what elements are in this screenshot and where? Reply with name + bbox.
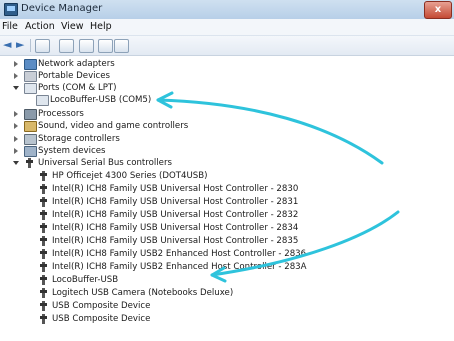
tree-item-network-adapters[interactable]: Network adapters bbox=[0, 58, 300, 70]
tree-item-label: Intel(R) ICH8 Family USB Universal Host … bbox=[52, 197, 299, 207]
show-hide-tree-icon[interactable] bbox=[35, 39, 50, 53]
usb-icon bbox=[40, 184, 47, 194]
menu-bar: File Action View Help bbox=[0, 19, 454, 36]
tree-item-label: Network adapters bbox=[38, 59, 115, 69]
tree-item-usb-device[interactable]: HP Officejet 4300 Series (DOT4USB) bbox=[0, 170, 330, 182]
tree-item-sound-video-game[interactable]: Sound, video and game controllers bbox=[0, 120, 300, 132]
tree-item-ports[interactable]: Ports (COM & LPT) bbox=[0, 82, 300, 94]
tree-item-label: Intel(R) ICH8 Family USB Universal Host … bbox=[52, 223, 299, 233]
help-icon[interactable] bbox=[79, 39, 94, 53]
usb-icon bbox=[40, 171, 47, 181]
tree-item-usb-device[interactable]: Intel(R) ICH8 Family USB Universal Host … bbox=[0, 209, 330, 221]
tree-item-label: HP Officejet 4300 Series (DOT4USB) bbox=[52, 171, 208, 181]
usb-icon bbox=[40, 223, 47, 233]
tree-item-processors[interactable]: Processors bbox=[0, 108, 300, 120]
tree-item-portable-devices[interactable]: Portable Devices bbox=[0, 70, 300, 82]
tree-item-locobuffer-com5[interactable]: LocoBuffer-USB (COM5) bbox=[0, 94, 300, 106]
device-manager-icon bbox=[4, 3, 18, 16]
tree-item-label: Storage controllers bbox=[38, 134, 120, 144]
usb-icon bbox=[40, 197, 47, 207]
collapse-arrow-icon[interactable] bbox=[13, 86, 19, 90]
usb-icon bbox=[40, 210, 47, 220]
tree-item-usb-device[interactable]: USB Composite Device bbox=[0, 300, 330, 312]
usb-icon bbox=[40, 288, 47, 298]
usb-icon bbox=[40, 262, 47, 272]
tree-item-label: Ports (COM & LPT) bbox=[38, 83, 117, 93]
title-bar: Device Manager x bbox=[0, 0, 454, 20]
tree-item-label: LocoBuffer-USB bbox=[52, 275, 119, 285]
tree-item-locobuffer-usb[interactable]: LocoBuffer-USB bbox=[0, 274, 330, 286]
tree-item-label: Portable Devices bbox=[38, 71, 111, 81]
tree-item-system-devices[interactable]: System devices bbox=[0, 145, 300, 157]
tree-item-label: System devices bbox=[38, 146, 106, 156]
expand-arrow-icon[interactable] bbox=[14, 111, 18, 117]
tree-item-label: LocoBuffer-USB (COM5) bbox=[50, 95, 152, 105]
usb-icon bbox=[40, 236, 47, 246]
menu-help[interactable]: Help bbox=[90, 21, 112, 32]
usb-icon bbox=[40, 249, 47, 259]
expand-arrow-icon[interactable] bbox=[14, 73, 18, 79]
tree-item-usb-device[interactable]: Intel(R) ICH8 Family USB2 Enhanced Host … bbox=[0, 261, 330, 273]
tree-item-storage-controllers[interactable]: Storage controllers bbox=[0, 133, 300, 145]
tree-item-usb-device[interactable]: USB Composite Device bbox=[0, 313, 330, 325]
close-button[interactable]: x bbox=[424, 1, 452, 19]
view-icon[interactable] bbox=[98, 39, 113, 53]
usb-icon bbox=[26, 158, 33, 168]
tree-item-label: USB Composite Device bbox=[52, 314, 151, 324]
tree-item-label: Intel(R) ICH8 Family USB Universal Host … bbox=[52, 236, 299, 246]
device-tree: Network adapters Portable Devices Ports … bbox=[0, 56, 454, 341]
network-adapter-icon bbox=[24, 59, 37, 70]
usb-icon bbox=[40, 275, 47, 285]
tree-item-usb-device[interactable]: Intel(R) ICH8 Family USB2 Enhanced Host … bbox=[0, 248, 330, 260]
tree-item-usb-device[interactable]: Intel(R) ICH8 Family USB Universal Host … bbox=[0, 183, 330, 195]
processor-icon bbox=[24, 109, 37, 120]
tree-item-usb-device[interactable]: Intel(R) ICH8 Family USB Universal Host … bbox=[0, 196, 330, 208]
tree-item-usb-device[interactable]: Logitech USB Camera (Notebooks Deluxe) bbox=[0, 287, 330, 299]
com-port-icon bbox=[36, 95, 49, 106]
expand-arrow-icon[interactable] bbox=[14, 123, 18, 129]
tree-item-label: USB Composite Device bbox=[52, 301, 151, 311]
tree-item-usb-device[interactable]: Intel(R) ICH8 Family USB Universal Host … bbox=[0, 235, 330, 247]
port-icon bbox=[24, 83, 37, 94]
forward-arrow-icon[interactable]: ► bbox=[16, 39, 24, 51]
toolbar: ◄ ► bbox=[0, 36, 454, 56]
expand-arrow-icon[interactable] bbox=[14, 136, 18, 142]
collapse-arrow-icon[interactable] bbox=[13, 161, 19, 165]
menu-file[interactable]: File bbox=[2, 21, 18, 32]
tree-item-label: Logitech USB Camera (Notebooks Deluxe) bbox=[52, 288, 234, 298]
back-arrow-icon[interactable]: ◄ bbox=[3, 39, 11, 51]
toolbar-separator bbox=[30, 39, 31, 52]
tree-item-usb-device[interactable]: Intel(R) ICH8 Family USB Universal Host … bbox=[0, 222, 330, 234]
scan-hardware-icon[interactable] bbox=[114, 39, 129, 53]
usb-icon bbox=[40, 301, 47, 311]
tree-item-label: Sound, video and game controllers bbox=[38, 121, 189, 131]
tree-item-label: Intel(R) ICH8 Family USB Universal Host … bbox=[52, 210, 299, 220]
window-title: Device Manager bbox=[21, 3, 103, 14]
tree-item-label: Intel(R) ICH8 Family USB Universal Host … bbox=[52, 184, 299, 194]
tree-item-label: Intel(R) ICH8 Family USB2 Enhanced Host … bbox=[52, 249, 307, 259]
menu-view[interactable]: View bbox=[61, 21, 84, 32]
tree-item-label: Universal Serial Bus controllers bbox=[38, 158, 172, 168]
menu-action[interactable]: Action bbox=[25, 21, 55, 32]
sound-icon bbox=[24, 121, 37, 132]
tree-item-usb-controllers[interactable]: Universal Serial Bus controllers bbox=[0, 157, 300, 169]
expand-arrow-icon[interactable] bbox=[14, 148, 18, 154]
usb-icon bbox=[40, 314, 47, 324]
portable-device-icon bbox=[24, 71, 37, 82]
expand-arrow-icon[interactable] bbox=[14, 61, 18, 67]
storage-icon bbox=[24, 134, 37, 145]
properties-icon[interactable] bbox=[59, 39, 74, 53]
tree-item-label: Intel(R) ICH8 Family USB2 Enhanced Host … bbox=[52, 262, 307, 272]
system-device-icon bbox=[24, 146, 37, 157]
tree-item-label: Processors bbox=[38, 109, 84, 119]
